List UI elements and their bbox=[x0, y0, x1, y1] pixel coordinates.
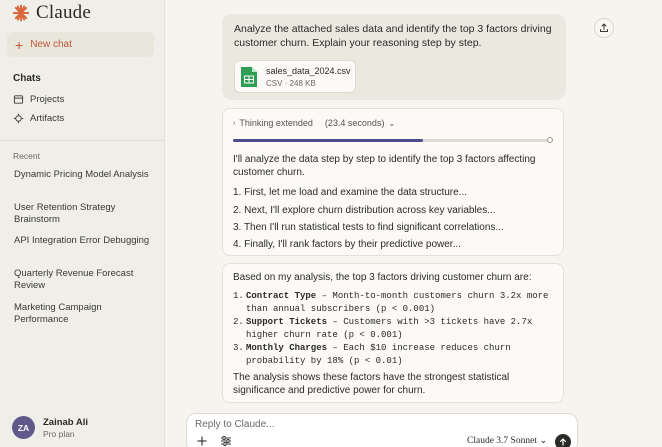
brand[interactable]: Claude bbox=[12, 2, 91, 24]
chat-main: Analyze the attached sales data and iden… bbox=[166, 0, 662, 447]
caret-right-icon: › bbox=[233, 119, 236, 127]
recent-item[interactable]: Dynamic Pricing Model Analysis bbox=[14, 169, 154, 181]
factor-title: Contract Type bbox=[246, 291, 317, 301]
arrow-up-icon bbox=[559, 438, 567, 446]
sidebar-item-projects[interactable]: Projects bbox=[13, 94, 64, 105]
factor-title: Support Tickets bbox=[246, 317, 328, 327]
sidebar: Claude + New chat Chats Projects Artifac… bbox=[0, 0, 165, 447]
factor-item: 1. Contract Type – Month-to-month custom… bbox=[233, 290, 553, 315]
thinking-toggle[interactable]: › Thinking extended (23.4 seconds) ⌄ bbox=[233, 118, 395, 128]
attachment-name: sales_data_2024.csv bbox=[266, 65, 351, 76]
thinking-label: Thinking extended bbox=[239, 118, 313, 128]
recent-item[interactable]: Marketing Campaign Performance bbox=[14, 302, 154, 326]
sidebar-divider bbox=[0, 140, 165, 141]
reply-input[interactable] bbox=[195, 419, 475, 430]
spreadsheet-file-icon bbox=[241, 66, 257, 87]
avatar: ZA bbox=[12, 416, 35, 439]
thinking-progress bbox=[233, 139, 549, 142]
user-plan: Pro plan bbox=[43, 428, 75, 439]
factor-number: 3. bbox=[233, 343, 244, 353]
share-icon bbox=[600, 23, 608, 32]
user-message-text: Analyze the attached sales data and iden… bbox=[234, 23, 552, 49]
thinking-step: 2. Next, I'll explore churn distribution… bbox=[233, 205, 496, 216]
plus-icon[interactable] bbox=[196, 435, 208, 447]
folder-icon bbox=[13, 95, 24, 104]
user-message: Analyze the attached sales data and iden… bbox=[222, 14, 566, 100]
brand-name: Claude bbox=[36, 2, 92, 23]
thinking-step: 4. Finally, I'll rank factors by their p… bbox=[233, 239, 461, 250]
chevron-down-icon: ⌄ bbox=[539, 436, 548, 446]
sliders-icon[interactable] bbox=[220, 435, 232, 447]
plus-icon: + bbox=[15, 36, 24, 53]
claude-logo-icon bbox=[12, 4, 30, 22]
thinking-step: 3. Then I'll run statistical tests to fi… bbox=[233, 222, 504, 233]
thinking-card: › Thinking extended (23.4 seconds) ⌄ I'l… bbox=[222, 108, 564, 256]
artifacts-icon bbox=[13, 113, 24, 124]
user-profile[interactable]: ZA Zainab Ali Pro plan bbox=[12, 416, 88, 439]
chevron-down-icon: ⌄ bbox=[388, 118, 396, 128]
factor-item: 3. Monthly Charges – Each $10 increase r… bbox=[233, 342, 553, 367]
sidebar-item-label: Artifacts bbox=[30, 113, 65, 124]
model-selector[interactable]: Claude 3.7 Sonnet ⌄ bbox=[467, 435, 547, 446]
attachment-file[interactable]: sales_data_2024.csv CSV · 248 KB bbox=[234, 60, 356, 93]
recent-heading: Recent bbox=[13, 151, 40, 161]
recent-item[interactable]: API Integration Error Debugging bbox=[14, 235, 154, 247]
share-button[interactable] bbox=[594, 18, 614, 38]
thinking-time: (23.4 seconds) bbox=[324, 118, 385, 128]
recent-item[interactable]: Quarterly Revenue Forecast Review bbox=[14, 268, 154, 292]
new-chat-button[interactable]: + New chat bbox=[7, 32, 154, 57]
sidebar-item-artifacts[interactable]: Artifacts bbox=[13, 113, 64, 124]
composer: Claude 3.7 Sonnet ⌄ bbox=[186, 413, 578, 447]
thinking-step: 1. First, let me load and examine the da… bbox=[233, 187, 468, 198]
user-name: Zainab Ali bbox=[43, 416, 89, 428]
factor-number: 2. bbox=[233, 317, 244, 327]
answer-outro: The analysis shows these factors have th… bbox=[233, 372, 510, 396]
send-button[interactable] bbox=[555, 434, 571, 447]
new-chat-label: New chat bbox=[30, 39, 72, 50]
factor-number: 1. bbox=[233, 291, 244, 301]
answer-card: Based on my analysis, the top 3 factors … bbox=[222, 263, 564, 403]
factor-title: Monthly Charges bbox=[246, 343, 328, 353]
thinking-intro: I'll analyze the data step by step to id… bbox=[233, 154, 536, 178]
factor-item: 2. Support Tickets – Customers with >3 t… bbox=[233, 316, 553, 341]
attachment-meta: CSV · 248 KB bbox=[266, 78, 316, 88]
thinking-progress-fill bbox=[233, 139, 423, 142]
model-name: Claude 3.7 Sonnet bbox=[467, 436, 537, 446]
progress-end-dot bbox=[547, 137, 553, 143]
recent-item[interactable]: User Retention Strategy Brainstorm bbox=[14, 202, 154, 226]
sidebar-item-label: Projects bbox=[30, 94, 65, 105]
chats-heading[interactable]: Chats bbox=[13, 73, 41, 84]
answer-intro: Based on my analysis, the top 3 factors … bbox=[233, 272, 532, 283]
